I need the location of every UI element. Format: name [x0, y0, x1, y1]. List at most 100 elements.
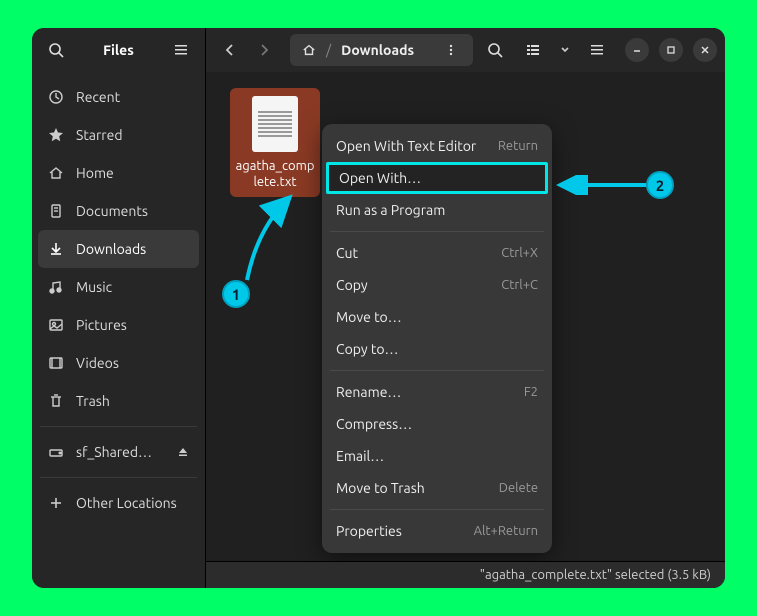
context-menu: Open With Text Editor Return Open With… … — [322, 124, 552, 553]
sidebar-item-videos[interactable]: Videos — [38, 344, 199, 382]
view-list-button[interactable] — [517, 34, 549, 66]
maximize-button[interactable] — [659, 38, 683, 62]
menu-item-label: Copy — [336, 277, 368, 293]
sidebar-item-label: sf_Shared… — [76, 444, 152, 460]
sidebar-separator — [40, 477, 197, 478]
sidebar-item-label: Trash — [76, 393, 110, 409]
menu-open-with[interactable]: Open With… — [326, 162, 548, 194]
menu-open-with-text-editor[interactable]: Open With Text Editor Return — [322, 130, 552, 162]
menu-copy[interactable]: Copy Ctrl+C — [322, 269, 552, 301]
chevron-left-icon — [223, 43, 237, 57]
pictures-icon — [48, 317, 64, 333]
menu-separator — [330, 509, 544, 510]
menu-move-to-trash[interactable]: Move to Trash Delete — [322, 472, 552, 504]
menu-move-to[interactable]: Move to… — [322, 301, 552, 333]
annotation-callout-1: 1 — [222, 280, 250, 308]
statusbar: "agatha_complete.txt" selected (3.5 kB) — [206, 561, 725, 588]
home-icon — [48, 165, 64, 181]
sidebar-item-pictures[interactable]: Pictures — [38, 306, 199, 344]
sidebar-menu-button[interactable] — [165, 34, 197, 66]
menu-properties[interactable]: Properties Alt+Return — [322, 515, 552, 547]
menu-run-as-program[interactable]: Run as a Program — [322, 194, 552, 226]
sidebar-item-downloads[interactable]: Downloads — [38, 230, 199, 268]
menu-item-label: Open With… — [339, 170, 421, 186]
menu-item-label: Email… — [336, 448, 384, 464]
menu-item-label: Move to Trash — [336, 480, 425, 496]
list-icon — [173, 42, 189, 58]
annotation-callout-2: 2 — [646, 171, 674, 199]
sidebar-item-label: Music — [76, 279, 112, 295]
sidebar-item-label: Pictures — [76, 317, 127, 333]
sidebar-header: Files — [32, 28, 205, 72]
menu-item-shortcut: Ctrl+X — [501, 246, 538, 260]
text-file-icon — [252, 96, 298, 152]
sidebar-title: Files — [76, 42, 161, 58]
view-dropdown-button[interactable] — [555, 34, 575, 66]
path-home[interactable] — [294, 36, 324, 64]
sidebar-item-label: Home — [76, 165, 114, 181]
file-item[interactable]: agatha_complete.txt — [230, 88, 320, 197]
menu-item-shortcut: F2 — [524, 385, 538, 399]
plus-icon — [48, 495, 64, 511]
menu-copy-to[interactable]: Copy to… — [322, 333, 552, 365]
sidebar-item-label: Other Locations — [76, 495, 177, 511]
menu-separator — [330, 231, 544, 232]
sidebar-item-label: Starred — [76, 127, 123, 143]
path-menu-button[interactable] — [435, 34, 467, 66]
sidebar-item-label: Recent — [76, 89, 120, 105]
sidebar-item-recent[interactable]: Recent — [38, 78, 199, 116]
sidebar-list: Recent Starred Home Documents Downloads … — [32, 72, 205, 588]
menu-item-shortcut: Delete — [499, 481, 538, 495]
back-button[interactable] — [214, 34, 246, 66]
sidebar-item-documents[interactable]: Documents — [38, 192, 199, 230]
menu-rename[interactable]: Rename… F2 — [322, 376, 552, 408]
minimize-button[interactable] — [625, 38, 649, 62]
sidebar-item-home[interactable]: Home — [38, 154, 199, 192]
menu-item-shortcut: Return — [498, 139, 538, 153]
videos-icon — [48, 355, 64, 371]
chevron-right-icon — [257, 43, 271, 57]
search-toggle-button[interactable] — [479, 34, 511, 66]
recent-icon — [48, 89, 64, 105]
chevron-down-icon — [560, 45, 570, 55]
menu-compress[interactable]: Compress… — [322, 408, 552, 440]
maximize-icon — [666, 45, 676, 55]
forward-button[interactable] — [248, 34, 280, 66]
sidebar-item-trash[interactable]: Trash — [38, 382, 199, 420]
path-current[interactable]: Downloads — [333, 36, 422, 64]
close-button[interactable] — [693, 38, 717, 62]
hamburger-icon — [589, 42, 605, 58]
menu-item-label: Cut — [336, 245, 358, 261]
path-divider: / — [326, 42, 331, 58]
sidebar-item-starred[interactable]: Starred — [38, 116, 199, 154]
sidebar-item-mount[interactable]: sf_Shared… — [38, 433, 199, 471]
hamburger-button[interactable] — [581, 34, 613, 66]
menu-item-label: Copy to… — [336, 341, 398, 357]
sidebar-item-other-locations[interactable]: Other Locations — [38, 484, 199, 522]
music-icon — [48, 279, 64, 295]
sidebar-separator — [40, 426, 197, 427]
sidebar-item-music[interactable]: Music — [38, 268, 199, 306]
file-name-label: agatha_complete.txt — [234, 158, 316, 191]
pathbar[interactable]: / Downloads — [290, 34, 473, 66]
statusbar-text: "agatha_complete.txt" selected (3.5 kB) — [480, 568, 711, 582]
search-button[interactable] — [40, 34, 72, 66]
files-window: Files Recent Starred Home Documents — [32, 28, 725, 588]
trash-icon — [48, 393, 64, 409]
eject-button[interactable] — [177, 446, 189, 458]
drive-icon — [48, 444, 64, 460]
sidebar: Files Recent Starred Home Documents — [32, 28, 206, 588]
documents-icon — [48, 203, 64, 219]
close-icon — [700, 45, 710, 55]
menu-email[interactable]: Email… — [322, 440, 552, 472]
kebab-icon — [444, 43, 458, 57]
menu-cut[interactable]: Cut Ctrl+X — [322, 237, 552, 269]
minimize-icon — [632, 45, 642, 55]
menu-item-label: Open With Text Editor — [336, 138, 476, 154]
search-icon — [487, 42, 503, 58]
menu-item-shortcut: Alt+Return — [474, 524, 538, 538]
search-icon — [48, 42, 64, 58]
view-list-icon — [525, 42, 541, 58]
menu-item-label: Properties — [336, 523, 402, 539]
titlebar: / Downloads — [206, 28, 725, 72]
